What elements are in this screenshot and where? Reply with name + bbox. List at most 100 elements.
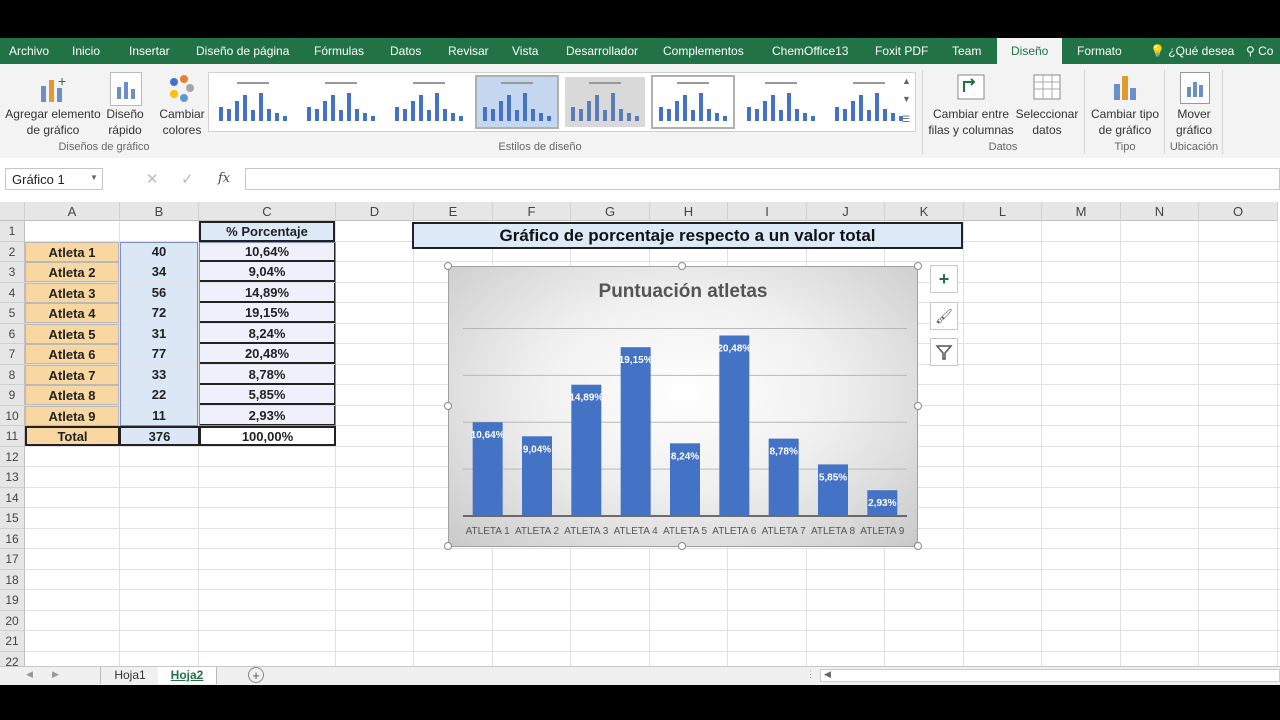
resize-handle-s[interactable] <box>678 542 686 550</box>
percentage-header-cell[interactable]: % Porcentaje <box>199 221 335 242</box>
add-chart-element-button[interactable]: Agregar elemento de gráfico <box>4 106 102 138</box>
chart-style-thumb[interactable] <box>565 77 645 127</box>
row-header-10[interactable]: 10 <box>0 405 25 426</box>
gallery-scroll-up-icon[interactable]: ▲ <box>902 76 911 86</box>
account-button[interactable]: ⚲ Co <box>1246 38 1273 64</box>
row-header-17[interactable]: 17 <box>0 549 25 570</box>
quick-layout-icon[interactable] <box>110 72 142 106</box>
column-header-k[interactable]: K <box>885 202 964 221</box>
hscroll-left-icon[interactable]: ◀ <box>824 669 831 680</box>
tab-split-icon[interactable]: ⋮ <box>806 669 815 680</box>
resize-handle-se[interactable] <box>914 542 922 550</box>
row-header-20[interactable]: 20 <box>0 610 25 631</box>
resize-handle-sw[interactable] <box>444 542 452 550</box>
resize-handle-n[interactable] <box>678 262 686 270</box>
change-colors-button[interactable]: Cambiar colores <box>154 106 210 138</box>
column-header-m[interactable]: M <box>1042 202 1121 221</box>
row-header-2[interactable]: 2 <box>0 241 25 262</box>
ribbon-tab-archivo[interactable]: Archivo <box>9 38 49 64</box>
palette-icon[interactable] <box>166 74 196 104</box>
chart-styles-brush-icon[interactable]: 🖌 <box>930 302 958 330</box>
chart-style-thumb[interactable] <box>213 77 293 127</box>
sheet-tab-hoja1[interactable]: Hoja1 <box>100 667 160 684</box>
chart-style-thumb[interactable] <box>475 75 559 129</box>
chart-bar[interactable] <box>620 347 651 516</box>
athlete-name-cell[interactable]: Atleta 7 <box>25 364 119 385</box>
insert-function-icon[interactable]: fx <box>218 171 230 186</box>
move-chart-button[interactable]: Mover gráfico <box>1168 106 1220 138</box>
athlete-name-cell[interactable]: Atleta 2 <box>25 262 119 282</box>
row-header-3[interactable]: 3 <box>0 262 25 283</box>
column-header-c[interactable]: C <box>199 202 336 221</box>
athlete-name-cell[interactable]: Atleta 1 <box>25 241 119 262</box>
select-all-corner[interactable] <box>0 202 25 221</box>
ribbon-tab-datos[interactable]: Datos <box>390 38 421 64</box>
chart-bar[interactable] <box>719 335 750 516</box>
chart-data-label[interactable]: 5,85% <box>819 472 847 483</box>
total-score-cell[interactable]: 376 <box>119 426 200 446</box>
ribbon-tab-formato[interactable]: Formato <box>1077 38 1122 64</box>
ribbon-tab-desarrollador[interactable]: Desarrollador <box>566 38 638 64</box>
column-header-h[interactable]: H <box>650 202 728 221</box>
name-box[interactable]: Gráfico 1 <box>5 168 103 190</box>
gallery-scroll-down-icon[interactable]: ▼ <box>902 94 911 104</box>
row-header-9[interactable]: 9 <box>0 385 25 406</box>
chart-title[interactable]: Puntuación atletas <box>599 281 768 302</box>
column-header-a[interactable]: A <box>25 202 120 221</box>
row-header-16[interactable]: 16 <box>0 528 25 549</box>
quick-layout-button[interactable]: Diseño rápido <box>102 106 148 138</box>
row-header-14[interactable]: 14 <box>0 487 25 508</box>
column-header-j[interactable]: J <box>807 202 885 221</box>
change-chart-type-icon[interactable] <box>1110 72 1140 102</box>
resize-handle-nw[interactable] <box>444 262 452 270</box>
chart-data-label[interactable]: 10,64% <box>471 430 505 441</box>
athlete-name-cell[interactable]: Atleta 6 <box>25 344 119 364</box>
ribbon-tab-insertar[interactable]: Insertar <box>129 38 170 64</box>
total-label-cell[interactable]: Total <box>25 426 120 446</box>
athlete-name-cell[interactable]: Atleta 3 <box>25 282 119 303</box>
column-header-g[interactable]: G <box>571 202 650 221</box>
chart-data-label[interactable]: 2,93% <box>868 498 896 509</box>
athlete-name-cell[interactable]: Atleta 9 <box>25 405 119 426</box>
column-header-b[interactable]: B <box>120 202 199 221</box>
row-header-15[interactable]: 15 <box>0 508 25 529</box>
chart-data-label[interactable]: 8,24% <box>671 451 699 462</box>
chart-data-label[interactable]: 19,15% <box>619 355 653 366</box>
chart-data-label[interactable]: 14,89% <box>569 393 603 404</box>
sheet-tab-hoja2[interactable]: Hoja2 <box>158 667 217 684</box>
athlete-name-cell[interactable]: Atleta 8 <box>25 385 119 405</box>
scroll-right-icon[interactable]: ▶ <box>52 669 59 680</box>
column-header-l[interactable]: L <box>964 202 1042 221</box>
column-header-n[interactable]: N <box>1121 202 1199 221</box>
ribbon-tab-revisar[interactable]: Revisar <box>448 38 489 64</box>
chart-style-thumb[interactable] <box>741 77 821 127</box>
column-header-d[interactable]: D <box>336 202 414 221</box>
select-data-icon[interactable] <box>1032 72 1062 102</box>
row-header-7[interactable]: 7 <box>0 344 25 365</box>
chart-data-label[interactable]: 8,78% <box>769 447 797 458</box>
switch-row-column-icon[interactable] <box>956 72 986 102</box>
enter-check-icon[interactable]: ✓ <box>181 170 194 188</box>
row-header-12[interactable]: 12 <box>0 446 25 467</box>
ribbon-tab-dise-o-de-p-gina[interactable]: Diseño de página <box>196 38 289 64</box>
ribbon-tab-dise-o[interactable]: Diseño <box>997 38 1063 64</box>
move-chart-icon[interactable] <box>1180 72 1210 104</box>
cancel-icon[interactable]: ✕ <box>146 170 159 188</box>
total-percentage-cell[interactable]: 100,00% <box>199 426 336 446</box>
athlete-name-cell[interactable]: Atleta 4 <box>25 303 119 323</box>
ribbon-tab-foxit-pdf[interactable]: Foxit PDF <box>875 38 928 64</box>
column-header-f[interactable]: F <box>493 202 571 221</box>
athlete-name-cell[interactable]: Atleta 5 <box>25 323 119 344</box>
column-header-e[interactable]: E <box>414 202 493 221</box>
column-header-i[interactable]: I <box>728 202 807 221</box>
ribbon-tab-vista[interactable]: Vista <box>512 38 538 64</box>
resize-handle-e[interactable] <box>914 402 922 410</box>
tell-me-search[interactable]: 💡 ¿Qué desea <box>1150 38 1234 64</box>
ribbon-tab-f-rmulas[interactable]: Fórmulas <box>314 38 364 64</box>
name-box-dropdown-icon[interactable]: ▼ <box>90 173 98 182</box>
row-header-22[interactable]: 22 <box>0 651 25 666</box>
row-header-8[interactable]: 8 <box>0 364 25 385</box>
chart-styles-gallery[interactable] <box>208 72 916 132</box>
column-header-o[interactable]: O <box>1199 202 1278 221</box>
chart-style-thumb[interactable] <box>651 75 735 129</box>
